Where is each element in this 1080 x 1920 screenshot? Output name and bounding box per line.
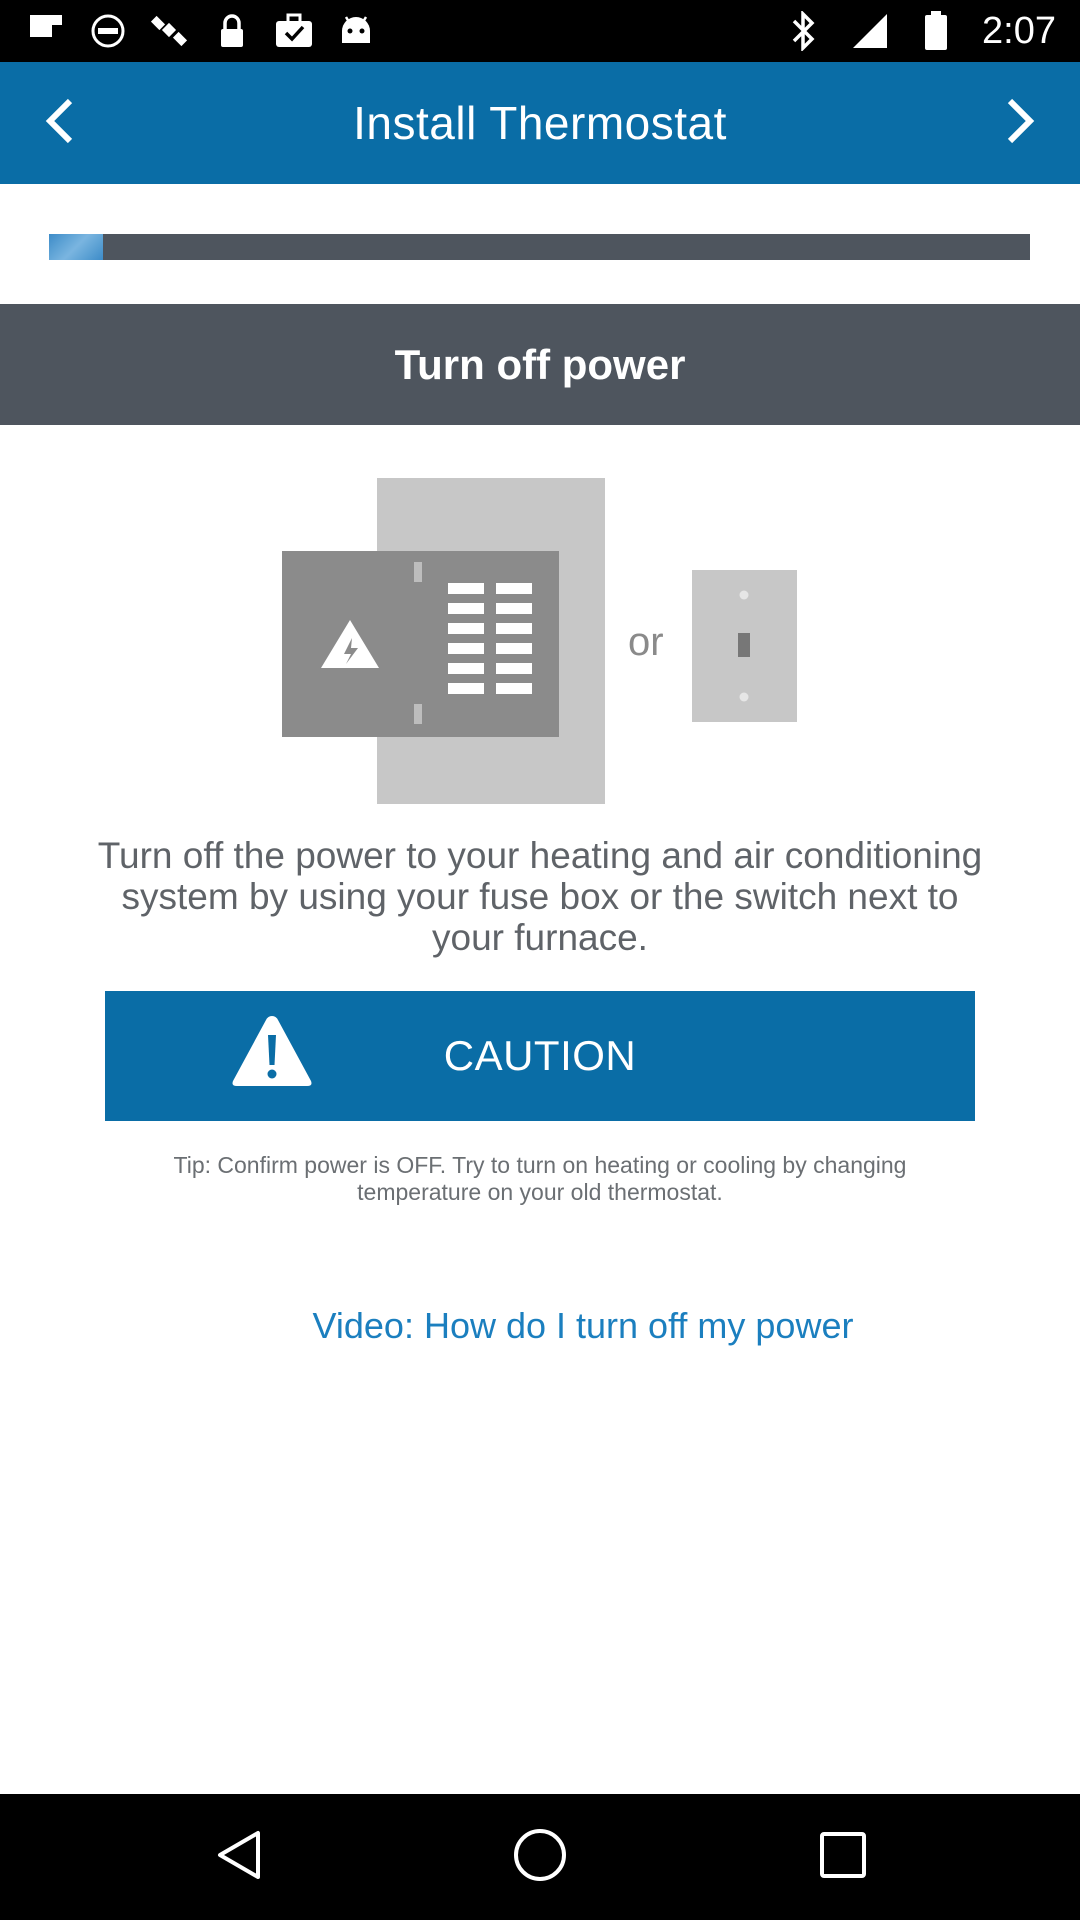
step-header: Turn off power bbox=[0, 304, 1080, 425]
warning-icon bbox=[230, 1013, 314, 1089]
video-link[interactable]: Video: How do I turn off my power bbox=[0, 1305, 1080, 1347]
fuse-box-illustration bbox=[282, 478, 605, 804]
lock-icon bbox=[212, 11, 252, 51]
wall-switch-illustration bbox=[692, 570, 797, 722]
chevron-left-icon bbox=[40, 96, 80, 151]
next-button[interactable] bbox=[960, 62, 1080, 184]
nav-recents-button[interactable] bbox=[753, 1794, 933, 1920]
illustration-or-label: or bbox=[628, 620, 664, 664]
android-icon bbox=[336, 11, 376, 51]
nav-recents-icon bbox=[818, 1830, 868, 1885]
nav-back-button[interactable] bbox=[150, 1794, 330, 1920]
progress-fill bbox=[49, 234, 103, 260]
caution-button[interactable]: CAUTION bbox=[105, 991, 975, 1121]
nav-back-icon bbox=[212, 1827, 268, 1888]
status-left-icons bbox=[0, 11, 376, 51]
satellite-icon bbox=[150, 11, 190, 51]
signal-icon bbox=[850, 11, 890, 51]
nav-home-button[interactable] bbox=[450, 1794, 630, 1920]
chevron-right-icon bbox=[1000, 96, 1040, 151]
status-time: 2:07 bbox=[982, 9, 1056, 52]
status-bar: 2:07 bbox=[0, 0, 1080, 62]
caution-label: CAUTION bbox=[443, 1032, 637, 1079]
system-nav-bar bbox=[0, 1794, 1080, 1920]
briefcase-check-icon bbox=[274, 11, 314, 51]
fake-gps-icon bbox=[88, 11, 128, 51]
app-bar: Install Thermostat bbox=[0, 62, 1080, 184]
step-description: Turn off the power to your heating and a… bbox=[97, 835, 983, 958]
tip-text: Tip: Confirm power is OFF. Try to turn o… bbox=[173, 1152, 907, 1205]
status-right: 2:07 bbox=[784, 10, 1080, 53]
flipboard-icon bbox=[26, 11, 66, 51]
step-title: Turn off power bbox=[394, 340, 686, 388]
progress-bar bbox=[49, 234, 1030, 260]
back-button[interactable] bbox=[0, 62, 120, 184]
nav-home-icon bbox=[512, 1827, 568, 1888]
bluetooth-icon bbox=[784, 11, 824, 51]
page-title: Install Thermostat bbox=[353, 97, 727, 149]
power-illustration bbox=[0, 478, 1080, 804]
battery-icon bbox=[916, 11, 956, 51]
